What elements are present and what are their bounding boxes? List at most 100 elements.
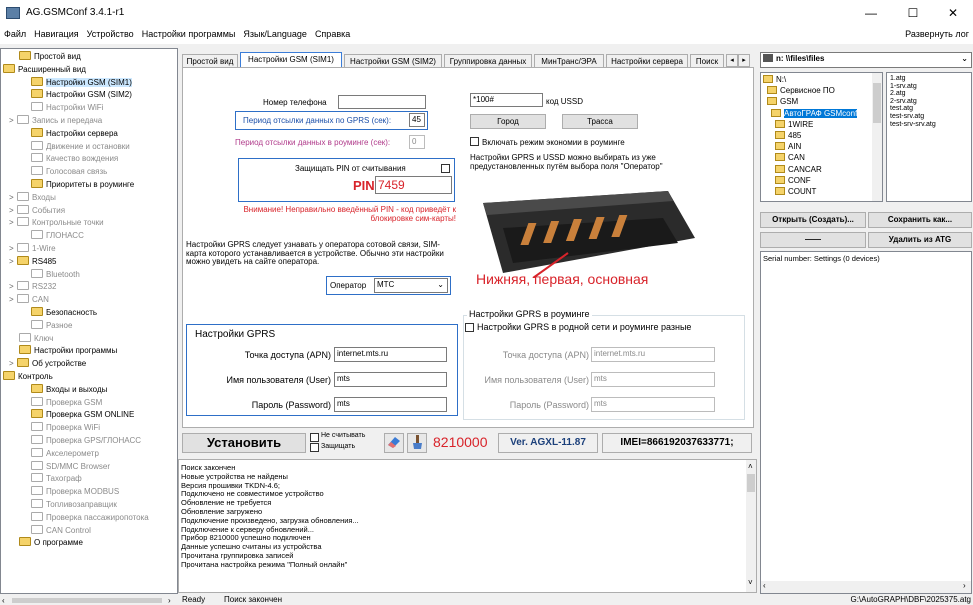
file-item[interactable]: test-srv-srv.atg [890, 121, 936, 128]
tab-data-grouping[interactable]: Группировка данных [444, 54, 532, 68]
trace-button[interactable]: Трасса [562, 114, 638, 129]
save-as-button[interactable]: Сохранить как... [868, 212, 972, 228]
tab-mintrans[interactable]: МинТранс/ЭРА [534, 54, 604, 68]
tab-simple-view[interactable]: Простой вид [182, 54, 238, 68]
tree-item[interactable]: Движение и остановки [31, 140, 130, 153]
brush-icon[interactable] [407, 433, 427, 453]
tree-item[interactable]: Входы и выходы [31, 383, 107, 396]
tree-item[interactable]: > RS232 [9, 281, 56, 293]
tree-item[interactable]: > RS485 [9, 255, 56, 268]
log-vertical-scrollbar[interactable]: ˄ ˅ [746, 460, 756, 592]
operator-select[interactable]: МТС ⌄ [374, 278, 448, 293]
scroll-down-icon[interactable]: ˅ [748, 578, 753, 587]
eraser-icon[interactable] [384, 433, 404, 453]
no-read-checkbox[interactable] [310, 433, 319, 442]
folder-item[interactable]: 1WIRE [775, 119, 813, 129]
file-item[interactable]: 1.atg [890, 75, 906, 82]
tree-item[interactable]: Проверка GSM [31, 396, 102, 409]
file-item[interactable]: test.atg [890, 105, 913, 112]
menu-file[interactable]: Файл [0, 26, 30, 39]
serial-horizontal-scrollbar[interactable]: ‹ › [761, 581, 971, 593]
tree-item[interactable]: Акселерометр [31, 447, 99, 460]
tree-item[interactable]: ГЛОНАСС [31, 230, 84, 242]
tree-item[interactable]: vРасширенный вид [1, 63, 86, 76]
pass-input[interactable]: mts [334, 397, 447, 412]
folder-item[interactable]: CAN [775, 153, 805, 162]
folder-item[interactable]: N:\ [763, 75, 786, 84]
scroll-up-icon[interactable]: ˄ [748, 462, 753, 471]
pin-input[interactable]: 7459 [375, 176, 452, 194]
menu-navigation[interactable]: Навигация [30, 26, 82, 39]
pin-protect-checkbox[interactable] [441, 164, 450, 173]
scroll-right-icon[interactable]: › [963, 581, 966, 590]
delete-from-atg-button[interactable]: Удалить из ATG [868, 232, 972, 248]
menu-program-settings[interactable]: Настройки программы [138, 26, 240, 39]
tree-item[interactable]: >1-Wire [9, 243, 56, 255]
open-create-button[interactable]: Открыть (Создать)... [760, 212, 866, 228]
collapse-icon[interactable]: > [9, 205, 17, 217]
tree-item[interactable]: О программе [19, 537, 83, 549]
folder-item[interactable]: GSM [767, 97, 798, 106]
folder-item[interactable]: AIN [775, 142, 801, 151]
expand-log-button[interactable]: Развернуть лог [905, 29, 969, 39]
scroll-thumb[interactable] [12, 598, 162, 603]
tree-item[interactable]: Проверка WiFi [31, 422, 100, 434]
file-item[interactable]: 2-srv.atg [890, 98, 917, 105]
scroll-left-icon[interactable]: ‹ [2, 596, 5, 605]
folder-item[interactable]: COUNT [775, 187, 816, 196]
collapse-icon[interactable]: > [9, 243, 17, 255]
folder-scrollbar[interactable] [872, 73, 882, 201]
roaming-same-checkbox[interactable] [465, 323, 474, 332]
phone-input[interactable] [338, 95, 426, 109]
roaming-apn-input[interactable]: internet.mts.ru [591, 347, 715, 362]
tree-item[interactable]: > CAN [9, 294, 49, 306]
collapse-icon[interactable]: > [9, 217, 17, 229]
tree-item[interactable]: Тахограф [31, 473, 82, 485]
folder-item[interactable]: CANCAR [775, 164, 822, 174]
city-button[interactable]: Город [470, 114, 546, 129]
tree-item[interactable]: Настройки GSM (SIM1) [31, 76, 132, 89]
menu-language[interactable]: Язык/Language [239, 26, 311, 39]
collapse-icon[interactable]: > [9, 281, 17, 293]
tree-item[interactable]: SD/MMC Browser [31, 460, 110, 473]
tab-gsm-sim1[interactable]: Настройки GSM (SIM1) [240, 52, 342, 68]
install-button[interactable]: Установить [182, 433, 306, 453]
scroll-left-icon[interactable]: ‹ [763, 581, 766, 590]
file-item[interactable]: 2.atg [890, 90, 906, 97]
menu-device[interactable]: Устройство [83, 26, 138, 39]
tree-horizontal-scrollbar[interactable]: ‹ › [0, 596, 178, 605]
dash-button[interactable]: —— [760, 232, 866, 248]
tree-item[interactable]: Топливозаправщик [31, 499, 117, 511]
folder-scroll-thumb[interactable] [873, 83, 881, 123]
maximize-button[interactable]: ☐ [898, 4, 928, 22]
tab-scroll-left-icon[interactable]: ◂ [726, 54, 738, 67]
user-input[interactable]: mts [334, 372, 447, 387]
tree-item[interactable]: > Запись и передача [9, 115, 102, 127]
tree-item[interactable]: Голосовая связь [31, 166, 107, 178]
folder-item[interactable]: CONF [775, 175, 811, 185]
tree-item[interactable]: Настройки сервера [31, 127, 118, 140]
folder-item[interactable]: Сервисное ПО [767, 86, 835, 95]
roaming-user-input[interactable]: mts [591, 372, 715, 387]
tab-scroll-right-icon[interactable]: ▸ [738, 54, 750, 67]
close-button[interactable]: ✕ [938, 4, 968, 22]
tree-item[interactable]: > Входы [9, 191, 56, 204]
tab-gsm-sim2[interactable]: Настройки GSM (SIM2) [344, 54, 442, 68]
collapse-icon[interactable]: > [9, 115, 17, 127]
apn-input[interactable]: internet.mts.ru [334, 347, 447, 362]
tree-item[interactable]: > События [9, 204, 65, 217]
tree-item[interactable]: Настройки программы [19, 345, 117, 357]
tree-item[interactable]: Приоритеты в роуминге [31, 179, 134, 191]
roaming-economy-checkbox[interactable] [470, 137, 479, 146]
tree-item[interactable]: Настройки WiFi [31, 102, 103, 114]
roaming-pass-input[interactable]: mts [591, 397, 715, 412]
tree-item[interactable]: CAN Control [31, 524, 91, 537]
file-item[interactable]: 1-srv.atg [890, 83, 917, 90]
roaming-period-input[interactable]: 0 [409, 135, 425, 149]
scroll-right-icon[interactable]: › [168, 596, 171, 605]
menu-help[interactable]: Справка [311, 26, 354, 39]
ussd-input[interactable]: *100# [470, 93, 543, 107]
tree-item[interactable]: Bluetooth [31, 268, 80, 281]
tab-server-settings[interactable]: Настройки сервера [606, 54, 688, 68]
tree-item[interactable]: Настройки GSM (SIM2) [31, 89, 132, 101]
